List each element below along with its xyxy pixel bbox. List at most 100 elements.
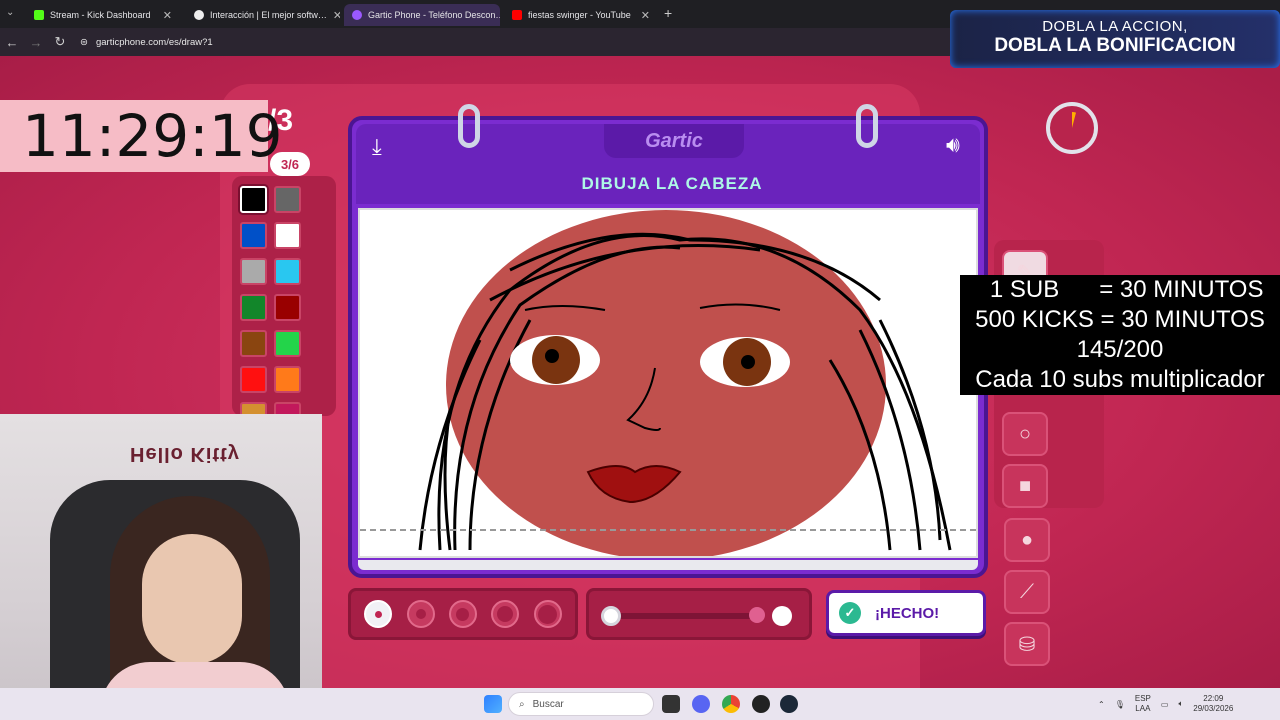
site-icon (194, 10, 204, 20)
color-palette (232, 176, 336, 429)
tab-label: Gartic Phone - Teléfono Descon… (368, 10, 500, 20)
instruction-text: DIBUJA LA CABEZA (581, 174, 763, 193)
brush-size-button[interactable] (406, 600, 435, 628)
sound-icon[interactable]: 🔊︎ (946, 132, 960, 158)
board-header: Gartic DIBUJA LA CABEZA ⤓ 🔊︎ (356, 124, 980, 204)
close-icon[interactable]: ✕ (641, 9, 650, 22)
color-swatch[interactable] (274, 366, 301, 393)
tab-label: Interacción | El mejor softw… (210, 10, 327, 20)
back-icon[interactable]: ← (0, 35, 24, 50)
promo-line-2: DOBLA LA BONIFICACION (994, 35, 1236, 56)
system-tray: ⌃ 🎙︎ ESP LAA ▭ 🔈︎ 22:09 29/03/2026 (1098, 694, 1233, 714)
download-icon[interactable]: ⤓ (372, 134, 382, 160)
check-icon: ✓ (839, 602, 861, 624)
binder-ring-icon (856, 104, 878, 148)
reload-icon[interactable]: ↻ (48, 34, 72, 50)
display-icon[interactable]: ▭ (1161, 700, 1169, 709)
opacity-slider-knob[interactable] (601, 606, 621, 626)
sub-info-line: 500 KICKS = 30 MINUTOS (975, 306, 1265, 333)
face-drawing (360, 210, 976, 560)
color-swatch[interactable] (240, 366, 267, 393)
kick-icon (34, 10, 44, 20)
close-icon[interactable]: ✕ (333, 9, 340, 22)
color-swatch[interactable] (240, 222, 267, 249)
wall-decal: Hello Kitty (130, 443, 240, 465)
ellipse-tool-icon[interactable]: ○ (1002, 412, 1048, 456)
brush-size-dot-icon (415, 609, 426, 619)
sub-info-line: 1 SUB = 30 MINUTOS (976, 276, 1264, 303)
taskbar-date: 29/03/2026 (1193, 704, 1234, 713)
gartic-logo: Gartic (604, 124, 744, 158)
clock-date[interactable]: 22:09 29/03/2026 (1193, 694, 1233, 714)
streamer-face (142, 534, 242, 664)
tab-youtube[interactable]: fiestas swinger - YouTube ✕ (504, 4, 658, 26)
brush-size-button[interactable] (364, 600, 393, 628)
color-swatch[interactable] (274, 294, 301, 321)
site-info-icon[interactable]: ⊜ (80, 37, 88, 48)
new-tab-icon[interactable]: + (664, 5, 672, 21)
volume-icon[interactable]: 🔈︎ (1178, 699, 1183, 709)
sub-goal-counter: 145/200 (1076, 336, 1164, 363)
youtube-icon (512, 10, 522, 20)
filled-ellipse-tool-icon[interactable]: ● (1004, 518, 1050, 562)
drawing-board: Gartic DIBUJA LA CABEZA ⤓ 🔊︎ (348, 104, 988, 578)
microphone-icon[interactable]: 🎙︎ (1115, 700, 1125, 709)
color-swatch[interactable] (240, 186, 267, 213)
color-swatch[interactable] (274, 258, 301, 285)
sub-info-overlay: 1 SUB = 30 MINUTOS 500 KICKS = 30 MINUTO… (960, 275, 1280, 395)
drawing-canvas[interactable] (358, 208, 978, 560)
windows-start-icon[interactable] (484, 695, 502, 713)
done-button[interactable]: ✓ ¡HECHO! (826, 590, 986, 636)
taskbar-time: 22:09 (1203, 694, 1224, 703)
binder-ring-icon (458, 104, 480, 148)
discord-icon[interactable] (692, 695, 710, 713)
brush-size-dot-icon (374, 610, 382, 618)
tab-label: Stream - Kick Dashboard (50, 10, 151, 20)
tab-interaccion[interactable]: Interacción | El mejor softw… ✕ (186, 4, 340, 26)
color-swatch[interactable] (240, 258, 267, 285)
timer-icon (1072, 112, 1076, 128)
search-icon: ⌕ (519, 698, 525, 710)
stream-clock: 11:29:19 (0, 100, 283, 172)
tab-label: fiestas swinger - YouTube (528, 10, 631, 20)
brush-size-button[interactable] (448, 600, 477, 628)
sub-info-line: Cada 10 subs multiplicador (975, 366, 1265, 393)
opacity-slider-track[interactable] (613, 613, 763, 619)
tab-gartic-phone[interactable]: Gartic Phone - Teléfono Descon… ✕ (344, 4, 500, 26)
tab-list-icon[interactable]: ⌄ (6, 7, 14, 18)
gartic-icon (352, 10, 362, 20)
brush-size-dot-icon (456, 607, 470, 621)
color-swatch[interactable] (274, 330, 301, 357)
brush-size-panel (348, 588, 578, 640)
color-swatch[interactable] (240, 294, 267, 321)
opacity-high-icon (772, 606, 792, 626)
steam-icon[interactable] (780, 695, 798, 713)
color-swatch[interactable] (240, 330, 267, 357)
language-indicator[interactable]: ESP LAA (1135, 694, 1151, 714)
url-text: garticphone.com/es/draw?1 (95, 36, 213, 48)
line-tool-icon[interactable]: ⟋ (1004, 570, 1050, 614)
windows-taskbar: ⌕ Buscar ⌃ 🎙︎ ESP LAA ▭ 🔈︎ 22:09 29/03/2… (0, 688, 1280, 720)
brush-size-button[interactable] (533, 600, 562, 628)
taskbar-search[interactable]: ⌕ Buscar (508, 692, 654, 716)
brush-size-dot-icon (497, 606, 514, 622)
tab-kick-dashboard[interactable]: Stream - Kick Dashboard ✕ (26, 4, 180, 26)
opacity-panel (586, 588, 812, 640)
color-swatch[interactable] (274, 186, 301, 213)
keyboard-layout: LAA (1135, 704, 1151, 713)
webcam-feed: Hello Kitty (0, 414, 322, 720)
rectangle-tool-icon[interactable]: ■ (1002, 464, 1048, 508)
obs-icon[interactable] (752, 695, 770, 713)
task-view-icon[interactable] (662, 695, 680, 713)
done-label: ¡HECHO! (875, 604, 940, 622)
color-swatch[interactable] (274, 222, 301, 249)
chevron-up-icon[interactable]: ⌃ (1098, 700, 1105, 709)
url-field[interactable]: ⊜ garticphone.com/es/draw?1 (80, 37, 213, 48)
promo-banner: DOBLA LA ACCION, DOBLA LA BONIFICACION (950, 10, 1280, 68)
brush-size-button[interactable] (491, 600, 520, 628)
chrome-icon[interactable] (722, 695, 740, 713)
forward-icon[interactable]: → (24, 35, 48, 50)
fill-bucket-tool-icon[interactable]: ⛁ (1004, 622, 1050, 666)
brush-size-dot-icon (538, 604, 558, 624)
close-icon[interactable]: ✕ (163, 9, 172, 22)
